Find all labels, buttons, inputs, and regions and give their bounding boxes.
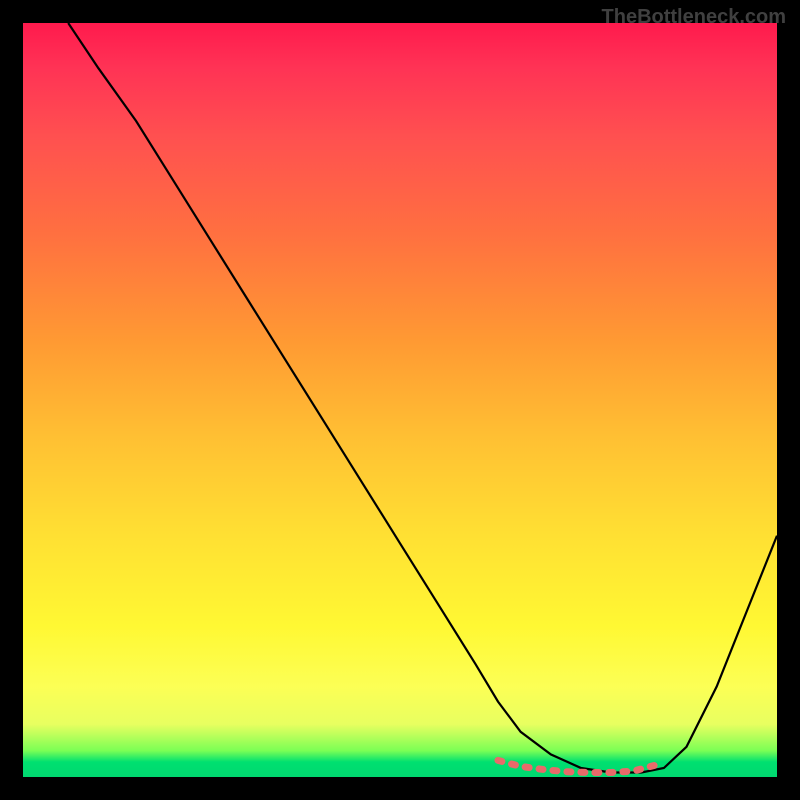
watermark-text: TheBottleneck.com: [602, 6, 786, 29]
chart-plot-area: [23, 23, 777, 777]
chart-svg: [23, 23, 777, 777]
bottleneck-curve-path: [68, 23, 777, 773]
